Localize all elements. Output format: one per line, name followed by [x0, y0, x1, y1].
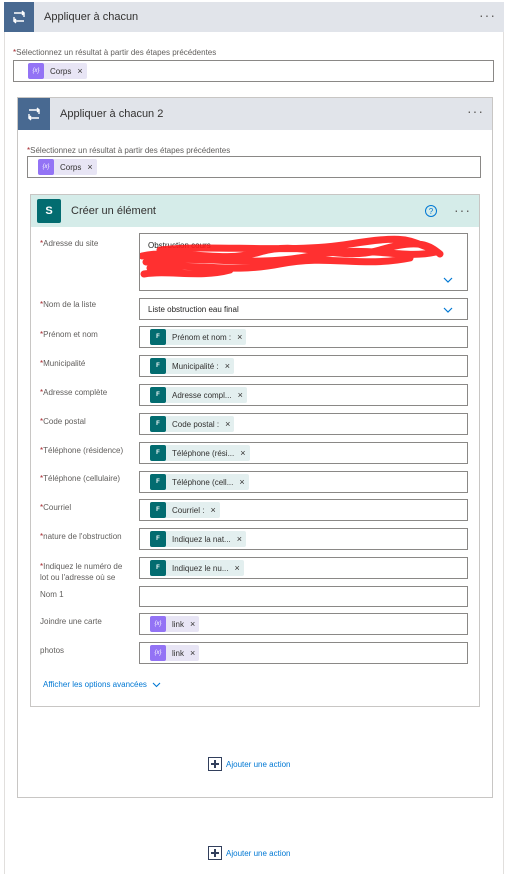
sharepoint-icon: F [150, 502, 166, 518]
adresse-label: *Adresse complète [40, 388, 108, 397]
sharepoint-icon: F [150, 387, 166, 403]
code-postal-field[interactable]: F Code postal : × [139, 413, 468, 435]
more-options-icon[interactable]: ··· [454, 203, 471, 217]
list-name-dropdown[interactable]: Liste obstruction eau final [139, 298, 468, 320]
remove-token-icon[interactable]: × [237, 332, 242, 342]
field-token[interactable]: F Code postal : × [150, 416, 235, 432]
nom1-input[interactable] [139, 586, 468, 607]
code-postal-label: *Code postal [40, 417, 86, 426]
corps-token[interactable]: {x} Corps × [38, 159, 97, 175]
carte-field[interactable]: {x} link × [139, 613, 468, 635]
add-action-icon [208, 757, 222, 771]
photos-label: photos [40, 646, 65, 655]
expression-icon: {x} [150, 616, 166, 632]
field-token[interactable]: F Municipalité : × [150, 358, 234, 374]
lot-label: *Indiquez le numéro de lot ou l'adresse o… [40, 562, 123, 582]
field-token[interactable]: F Indiquez la nat... × [150, 531, 246, 547]
courriel-label: *Courriel [40, 503, 72, 512]
create-item-header[interactable]: S Créer un élément ? ··· [31, 195, 479, 227]
sharepoint-icon: S [37, 199, 61, 223]
more-options-icon[interactable]: ··· [479, 8, 496, 22]
remove-token-icon[interactable]: × [240, 448, 245, 458]
nom1-label: Nom 1 [40, 590, 64, 599]
municipalite-label: *Municipalité [40, 359, 86, 368]
list-label: *Nom de la liste [40, 300, 97, 309]
municipalite-field[interactable]: F Municipalité : × [139, 355, 468, 377]
remove-token-icon[interactable]: × [225, 419, 230, 429]
remove-token-icon[interactable]: × [237, 534, 242, 544]
nature-field[interactable]: F Indiquez la nat... × [139, 528, 468, 550]
carte-label: Joindre une carte [40, 617, 102, 626]
outer-loop-header[interactable]: Appliquer à chacun ··· [4, 2, 504, 32]
list-name-value: Liste obstruction eau final [148, 305, 239, 314]
inner-loop-title: Appliquer à chacun 2 [60, 108, 164, 120]
chevron-down-icon[interactable] [443, 307, 453, 313]
add-action-icon [208, 846, 222, 860]
field-token[interactable]: F Adresse compl... × [150, 387, 247, 403]
nature-label: *nature de l'obstruction [40, 532, 122, 541]
outer-loop-title: Appliquer à chacun [44, 11, 139, 23]
sharepoint-icon: F [150, 474, 166, 490]
redaction-scribble [140, 235, 444, 278]
loop-icon [4, 2, 34, 32]
remove-token-icon[interactable]: × [190, 619, 195, 629]
link-token[interactable]: {x} link × [150, 645, 200, 661]
remove-token-icon[interactable]: × [225, 361, 230, 371]
tel-res-label: *Téléphone (résidence) [40, 446, 124, 455]
create-item-title: Créer un élément [71, 205, 156, 217]
prenom-field[interactable]: F Prénom et nom : × [139, 326, 468, 348]
site-address-field[interactable]: Obstruction cours [139, 233, 468, 291]
add-action-button-outer[interactable]: Ajouter une action [208, 846, 291, 860]
outer-select-input[interactable]: {x} Corps × [13, 60, 494, 82]
sharepoint-icon: F [150, 445, 166, 461]
sharepoint-icon: F [150, 329, 166, 345]
link-token[interactable]: {x} link × [150, 616, 200, 632]
sharepoint-icon: F [150, 358, 166, 374]
expression-icon: {x} [150, 645, 166, 661]
more-options-icon[interactable]: ··· [467, 104, 484, 118]
remove-token-icon[interactable]: × [210, 505, 215, 515]
outer-select-label: *Sélectionnez un résultat à partir des é… [13, 48, 217, 57]
expression-icon: {x} [28, 63, 44, 79]
sharepoint-icon: F [150, 560, 166, 576]
prenom-label: *Prénom et nom [40, 330, 98, 339]
field-token[interactable]: F Téléphone (cell... × [150, 474, 249, 490]
remove-token-icon[interactable]: × [234, 563, 239, 573]
remove-token-icon[interactable]: × [239, 477, 244, 487]
remove-token-icon[interactable]: × [238, 390, 243, 400]
sharepoint-icon: F [150, 531, 166, 547]
tel-res-field[interactable]: F Téléphone (rési... × [139, 442, 468, 464]
field-token[interactable]: F Indiquez le nu... × [150, 560, 244, 576]
tel-cell-field[interactable]: F Téléphone (cell... × [139, 471, 468, 493]
inner-select-input[interactable]: {x} Corps × [27, 156, 481, 178]
sharepoint-icon: F [150, 416, 166, 432]
loop-icon [18, 98, 50, 130]
photos-field[interactable]: {x} link × [139, 642, 468, 664]
remove-token-icon[interactable]: × [77, 66, 82, 76]
field-token[interactable]: F Téléphone (rési... × [150, 445, 250, 461]
tel-cell-label: *Téléphone (cellulaire) [40, 474, 121, 483]
expression-icon: {x} [38, 159, 54, 175]
field-token[interactable]: F Courriel : × [150, 502, 220, 518]
inner-loop-header[interactable]: Appliquer à chacun 2 ··· [18, 98, 492, 130]
corps-token[interactable]: {x} Corps × [28, 63, 87, 79]
remove-token-icon[interactable]: × [87, 162, 92, 172]
courriel-field[interactable]: F Courriel : × [139, 499, 468, 521]
chevron-down-icon[interactable] [443, 277, 453, 283]
add-action-button-inner[interactable]: Ajouter une action [208, 757, 291, 771]
site-label: *Adresse du site [40, 239, 99, 248]
adresse-field[interactable]: F Adresse compl... × [139, 384, 468, 406]
lot-field[interactable]: F Indiquez le nu... × [139, 557, 468, 579]
help-icon[interactable]: ? [425, 205, 437, 217]
remove-token-icon[interactable]: × [190, 648, 195, 658]
advanced-options-link[interactable]: Afficher les options avancées [43, 680, 161, 689]
chevron-down-icon [152, 682, 161, 687]
field-token[interactable]: F Prénom et nom : × [150, 329, 247, 345]
inner-select-label: *Sélectionnez un résultat à partir des é… [27, 146, 231, 155]
